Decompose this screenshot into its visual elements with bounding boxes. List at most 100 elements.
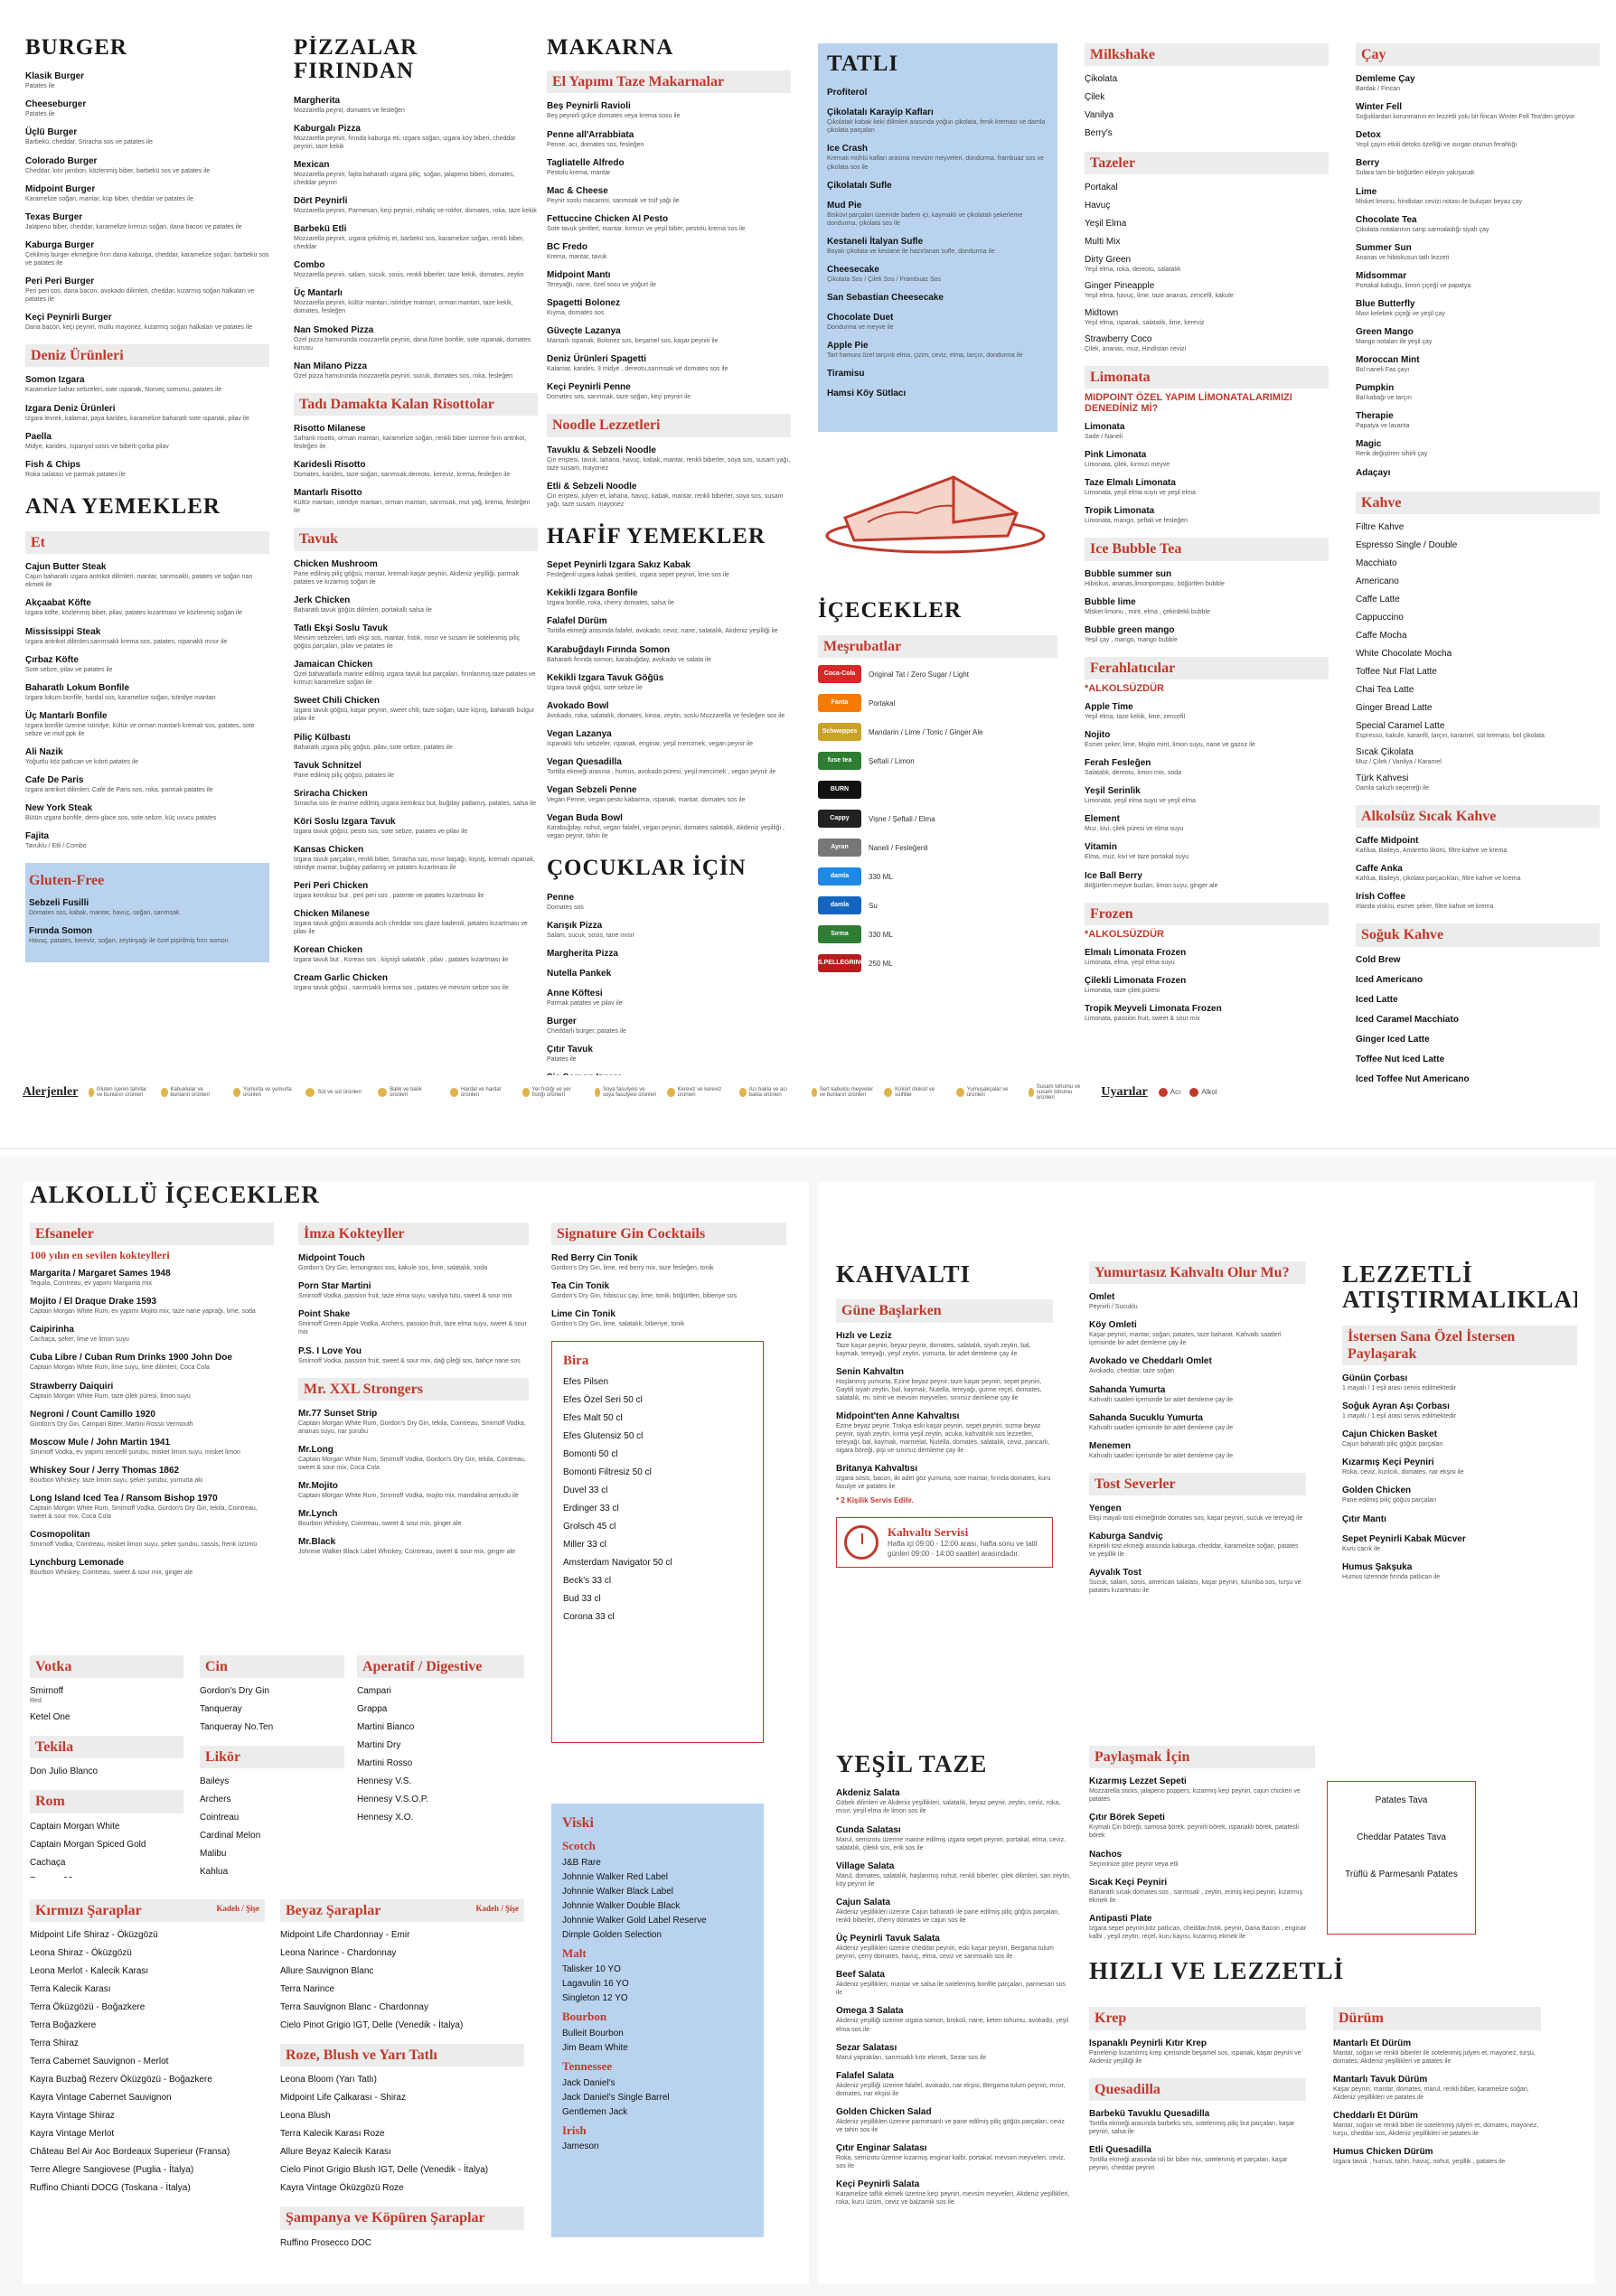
item-name: Avokado Bowl bbox=[547, 700, 609, 711]
item-name: Elmalı Limonata Frozen bbox=[1085, 947, 1187, 958]
allergen-icon bbox=[233, 1088, 241, 1097]
menu-item: Combo Mozzarella peyniri, salam, sucuk, s… bbox=[294, 259, 538, 279]
column-durum: Dürüm Mantarlı Et Dürüm Mantar, soğan ve … bbox=[1333, 1994, 1541, 2180]
menu-item: Iced Americano bbox=[1356, 974, 1600, 986]
menu-item: Erdinger 33 cl bbox=[563, 1503, 752, 1514]
menu-item: Midpoint Life Çalkarası - Shiraz bbox=[280, 2092, 524, 2104]
menu-item: Nachos Seçiminize göre peynir veya etli bbox=[1089, 1849, 1311, 1869]
menu-item: Korean Chicken Izgara tavuk but , Korean … bbox=[294, 944, 538, 964]
column-yesil: YEŞİL TAZE Akdeniz Salata Göbek dilimleri… bbox=[836, 1751, 1071, 2275]
item-name: Ginger Iced Latte bbox=[1356, 1034, 1430, 1045]
cake-illustration bbox=[825, 475, 1046, 554]
item-description: Panelenip kızartılmış krep içerisinde be… bbox=[1089, 2049, 1301, 2065]
menu-item: Ruffino Prosecco DOC bbox=[280, 2237, 524, 2249]
menu-item: Margarita / Margaret Sames 1948 Tequila, … bbox=[30, 1268, 274, 1288]
brand-logo: Cappy bbox=[818, 810, 861, 829]
allergen-item: Yer fıstığı ve yer fıstığı ürünleri bbox=[522, 1084, 584, 1101]
item-description: Tereyağlı, nane, özel sosu ve yoğurt ile bbox=[547, 282, 657, 288]
item-description: Ananas ve hibiskusun tatlı lezzeti bbox=[1356, 254, 1450, 261]
item-name: Kaburga Burger bbox=[25, 239, 95, 250]
item-description: Yeşil elma, ıspanak, salatalık, lime, ke… bbox=[1085, 319, 1205, 326]
item-name: Spagetti Bolonez bbox=[547, 298, 621, 309]
item-name: Espresso Single / Double bbox=[1356, 539, 1458, 550]
kahvalti-note: * 2 Kişilik Servis Edilir. bbox=[836, 1495, 914, 1504]
item-description: Izgara tavuk göğsü, kaşar peyniri, sweet… bbox=[294, 708, 535, 723]
section-title-xxl: Mr. XXL Strongers bbox=[298, 1377, 529, 1401]
menu-item: Kayra Buzbağ Rezerv Öküzgözü - Boğazkere bbox=[30, 2074, 265, 2085]
menu-item: Leona Merlot - Kalecik Karası bbox=[30, 1965, 265, 1977]
item-name: Mexican bbox=[294, 159, 330, 170]
item-description: Mozzarella peyniri, fajita baharatlı ızg… bbox=[294, 171, 515, 186]
item-name: Humus Chicken Dürüm bbox=[1333, 2147, 1433, 2158]
column-cin: Cin Gordon's Dry Gin Tanqueray Tanqueray N… bbox=[200, 1643, 344, 1878]
brand-logo: BURN bbox=[818, 781, 861, 800]
allergen-label: Yer fıstığı ve yer fıstığı ürünleri bbox=[531, 1087, 571, 1098]
menu-item: Terra Shiraz bbox=[30, 2038, 265, 2049]
item-name: Terra Boğazkere bbox=[30, 2020, 97, 2031]
item-name: Martini Rosso bbox=[357, 1758, 413, 1769]
menu-item: Cardinal Melon bbox=[200, 1830, 344, 1841]
item-name: Sıcak Keçi Peyniri bbox=[1089, 1877, 1168, 1888]
item-description: Krema, mantar, tavuk bbox=[547, 253, 607, 260]
item-name: Whiskey Sour / Jerry Thomas 1862 bbox=[30, 1465, 180, 1476]
menu-item: Keçi Peynirli Burger Dana bacon, keçi pey… bbox=[25, 312, 269, 332]
item-name: San Sebastian Cheesecake bbox=[827, 293, 944, 303]
item-description: Roka, ceviz, kızılcık, domates, nar ekşi… bbox=[1342, 1469, 1464, 1476]
menu-item: Midpoint Life Shiraz - Öküzgözü bbox=[30, 1929, 265, 1941]
menu-item: Caffe Mocha bbox=[1356, 630, 1600, 642]
menu-item: Martini Rosso bbox=[357, 1757, 524, 1769]
alarm-clock-icon bbox=[844, 1524, 878, 1560]
menu-item: Üç Mantarlı Bonfile Izgara bonfile üzerin… bbox=[25, 710, 269, 738]
menu-item: Havuç bbox=[1085, 200, 1329, 211]
item-name: Bomonti 50 cl bbox=[563, 1449, 618, 1460]
item-description: Kahvaltı saatleri içerisinde bir adet de… bbox=[1089, 1452, 1234, 1459]
viski-item: Jameson bbox=[562, 2141, 599, 2152]
allergen-item: Süt ve süt ürünleri bbox=[305, 1084, 367, 1101]
item-description: Izgara kemiksiz but , peri peri sos , pa… bbox=[294, 893, 484, 900]
item-name: Menemen bbox=[1089, 1440, 1132, 1451]
kirmizi-title: Kırmızı Şaraplar bbox=[35, 1903, 142, 1918]
item-description: Kıymalı Çin böreği, samosa börek, peynir… bbox=[1089, 1824, 1299, 1840]
menu-item: Ice Crash Kremalı mühlü kafları arasına m… bbox=[827, 143, 1048, 171]
menu-item: Barbekü Tavuklu Quesadilla Tortilla ekmeğ… bbox=[1089, 2108, 1306, 2136]
menu-item: Kızarmış Keçi Peyniri Roka, ceviz, kızılc… bbox=[1342, 1457, 1577, 1476]
item-name: Barbekü Etli bbox=[294, 224, 347, 235]
menu-item: Ali Nazik Yoğurtlu köz patlıcan ve kıbrit… bbox=[25, 746, 269, 766]
item-name: Special Caramel Latte bbox=[1356, 720, 1445, 731]
allergen-item: Yumurta ve yumurta ürünleri bbox=[233, 1084, 295, 1101]
section-title-kahve: Kahve bbox=[1356, 491, 1600, 514]
menu-item: Zacapa-23 bbox=[30, 1875, 183, 1878]
warning-item: Alkol bbox=[1189, 1088, 1217, 1097]
menu-item: Çikolatalı Sufle bbox=[827, 180, 1048, 192]
menu-item: Chicken Milanese Izgara tavuk göğsü arası… bbox=[294, 908, 538, 936]
item-name: Akdeniz Salata bbox=[836, 1788, 900, 1799]
kirmizi-kadeh: Kadeh / Şişe bbox=[216, 1904, 259, 1913]
item-description: Çikolata Sos / Çilek Sos / Frambuaz Sos bbox=[827, 276, 942, 283]
item-name: Limonata bbox=[1085, 421, 1125, 432]
cin-list: Gordon's Dry Gin Tanqueray Tanqueray No.Te… bbox=[200, 1685, 344, 1733]
menu-item: Paella Midye, karides, Ispanyol sosis ve … bbox=[25, 431, 269, 451]
item-description: Kremalı mühlü kafları arasına mevsim mey… bbox=[827, 155, 1045, 171]
item-name: Midpoint Mantı bbox=[547, 270, 611, 280]
item-description: Mango notaları ile yeşil çay bbox=[1356, 339, 1433, 346]
drink-row: Coca-Cola Original Tat / Zero Sugar / Lig… bbox=[818, 665, 1057, 684]
item-name: Britanya Kahvaltısı bbox=[836, 1464, 918, 1475]
section-title-likor: Likör bbox=[200, 1746, 344, 1769]
item-name: Bubble lime bbox=[1085, 596, 1136, 607]
item-name: Sahanda Sucuklu Yumurta bbox=[1089, 1412, 1203, 1423]
warnings-title: Uyarılar bbox=[1101, 1085, 1148, 1099]
menu-item: Ice Ball Berry Böğürtlen meyve buzları, l… bbox=[1085, 870, 1329, 890]
menu-item: Barbekü Etli Mozzarella peyniri, ızgara ç… bbox=[294, 223, 538, 251]
item-name: Terra Narince bbox=[280, 1984, 335, 1995]
brand-logo: Coca-Cola bbox=[818, 665, 861, 684]
column-milkshake: Milkshake Çikolata Çilek Vanilya Berry's Ta… bbox=[1085, 43, 1329, 1082]
menu-item: Special Caramel Latte Espresso, kakule, k… bbox=[1356, 720, 1600, 740]
menu-item: Vegan Sebzeli Penne Vegan Penne, vegan pe… bbox=[547, 784, 791, 804]
allergen-icon bbox=[305, 1088, 315, 1097]
frozen-note: *ALKOLSÜZDÜR bbox=[1085, 928, 1164, 940]
item-description: Izgara sepet peyniri,köz patlıcan, chedd… bbox=[1089, 1925, 1307, 1940]
section-title-tazeler: Tazeler bbox=[1085, 152, 1329, 175]
section-title-limonata: Limonata bbox=[1085, 365, 1329, 389]
item-description: Izgara antrikot dilimleri, Café de Paris… bbox=[25, 787, 213, 794]
viski-box: Viski Scotch J&B Rare Johnnie Walker Red L… bbox=[551, 1804, 764, 2237]
